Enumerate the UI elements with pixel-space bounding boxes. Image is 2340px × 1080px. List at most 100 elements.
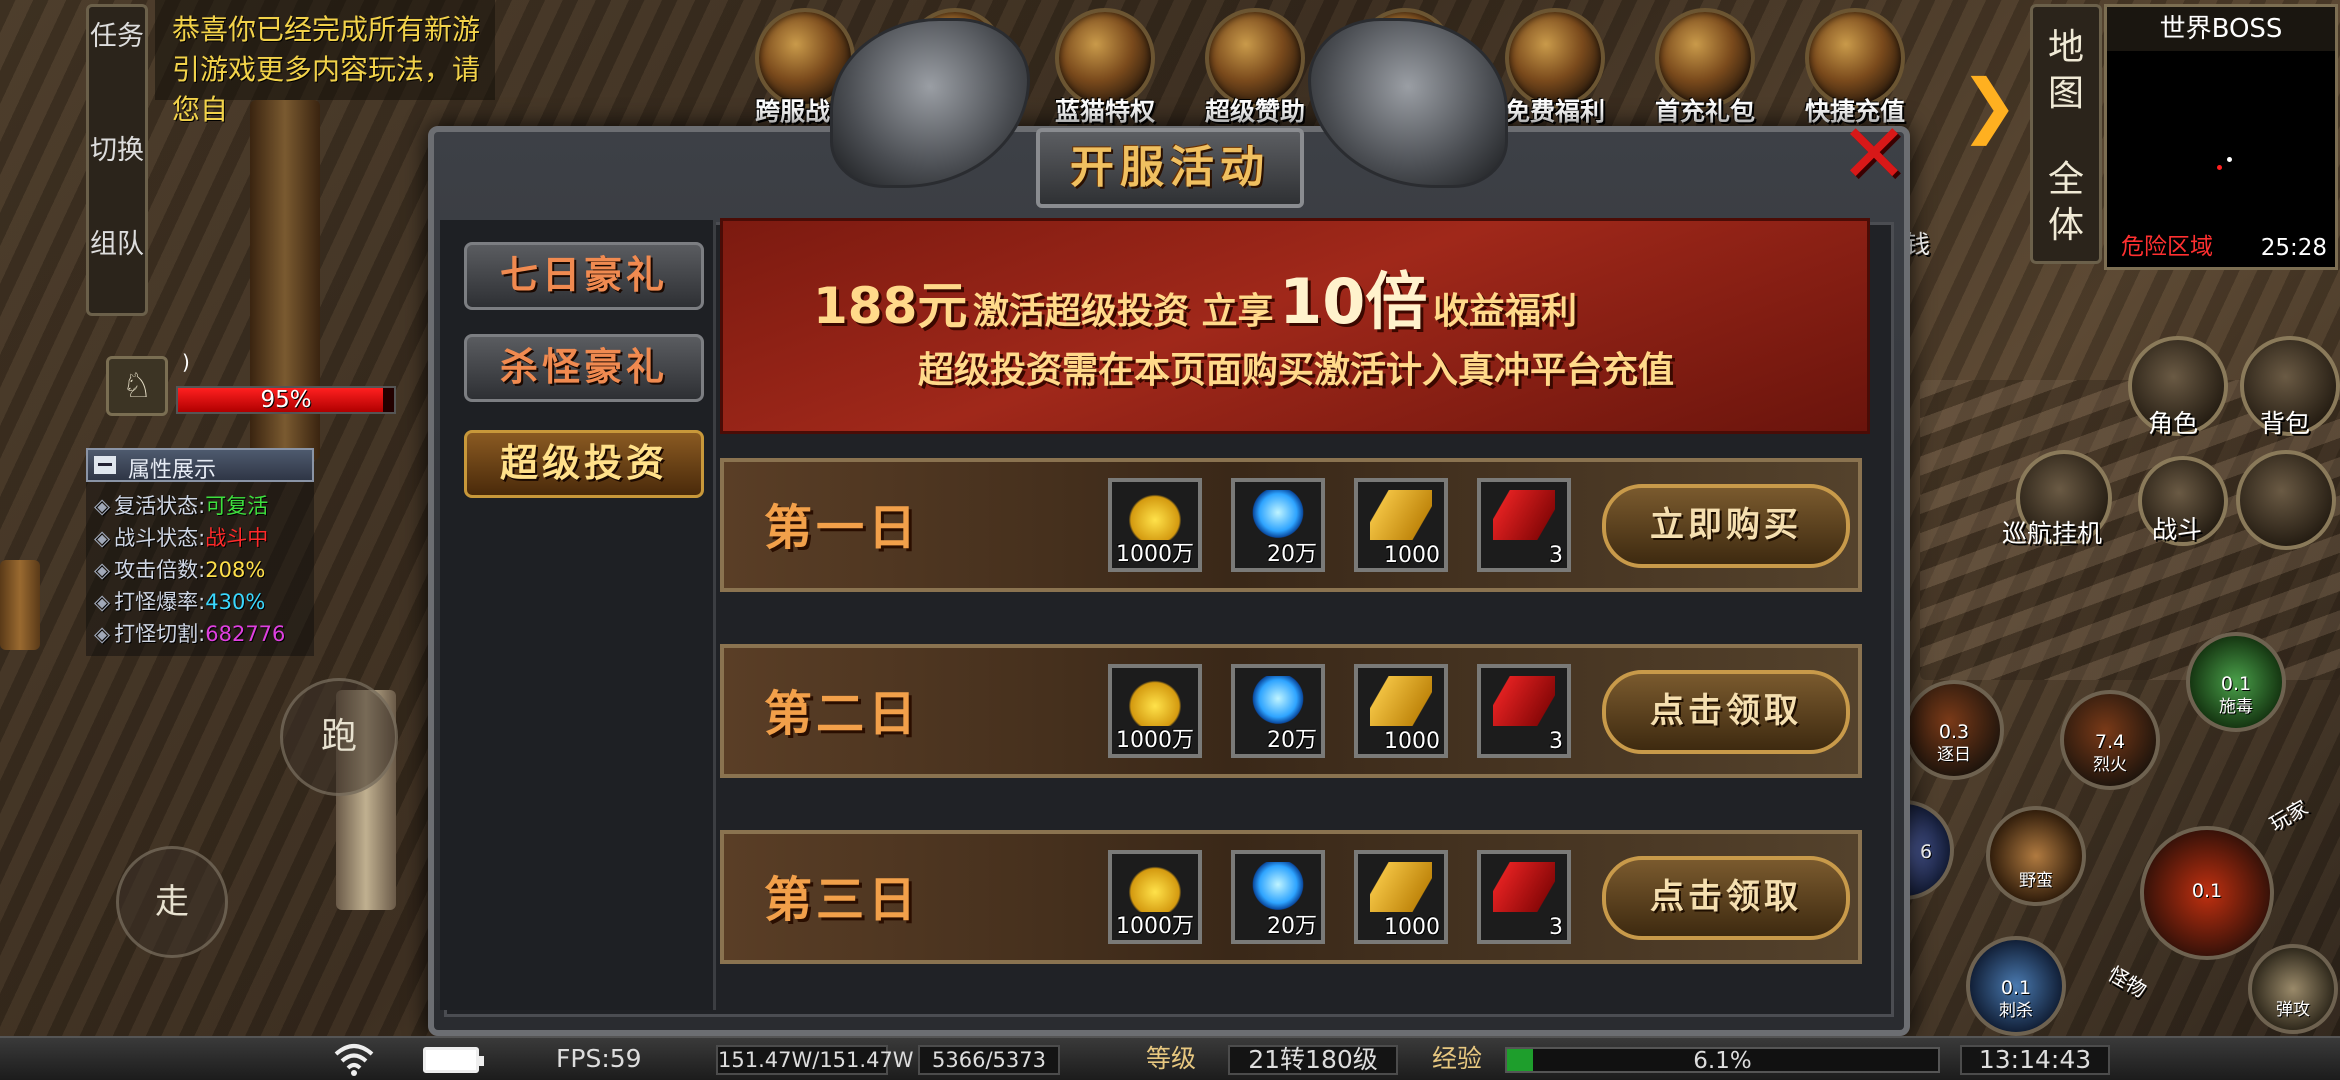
- dialog-title: 开服活动: [1036, 128, 1304, 208]
- player-status: ♘ ) 95%: [106, 350, 396, 416]
- reward-slot[interactable]: 20万: [1231, 850, 1325, 944]
- reward-slot[interactable]: 1000: [1354, 850, 1448, 944]
- day-row-1: 第一日 1000万 20万 1000 3 立即购买: [720, 458, 1862, 592]
- wifi-icon: [334, 1044, 374, 1076]
- diamond-bullet-icon: ◈: [94, 558, 111, 582]
- target-monster-label[interactable]: 怪物: [2103, 958, 2152, 1003]
- top-icon-5[interactable]: 免费福利: [1490, 8, 1620, 128]
- diamond-bullet-icon: ◈: [94, 494, 111, 518]
- clock: 13:14:43: [1960, 1045, 2110, 1075]
- firework-icon: [1493, 490, 1555, 540]
- top-icon-2[interactable]: 蓝猫特权: [1040, 8, 1170, 128]
- player-avatar-icon[interactable]: ♘: [106, 356, 168, 416]
- skill-cisha[interactable]: 0.1 刺杀: [1966, 936, 2066, 1036]
- tab-task[interactable]: 任务: [89, 21, 145, 53]
- quest-text[interactable]: 恭喜你已经完成所有新游引游戏更多内容玩法，请您自: [172, 10, 502, 130]
- reward-slot[interactable]: 1000万: [1108, 664, 1202, 758]
- firework-icon: [1493, 862, 1555, 912]
- gold-ticket-icon: [1370, 490, 1432, 540]
- close-icon[interactable]: ✕: [1836, 114, 1912, 196]
- auto-patrol-label: 巡航挂机: [2002, 519, 2103, 548]
- activity-menu: 七日豪礼 杀怪豪礼 超级投资: [440, 220, 716, 1010]
- reward-slot[interactable]: 3: [1477, 478, 1571, 572]
- expand-arrow-icon[interactable]: ❯: [1960, 70, 2019, 140]
- map-tab-column: 地图 全体: [2030, 4, 2102, 264]
- walk-button[interactable]: 走: [116, 846, 228, 958]
- reward-slot[interactable]: 1000万: [1108, 478, 1202, 572]
- menu-seven-day-gift[interactable]: 七日豪礼: [464, 242, 704, 310]
- day-label: 第二日: [764, 686, 921, 742]
- settings-icon[interactable]: [2236, 450, 2336, 550]
- day-row-3: 第三日 1000万 20万 1000 3 点击领取: [720, 830, 1862, 964]
- reward-slot[interactable]: 20万: [1231, 478, 1325, 572]
- reward-slot[interactable]: 3: [1477, 664, 1571, 758]
- fps-readout: FPS:59: [556, 1044, 642, 1073]
- diamond-icon: [1247, 676, 1309, 726]
- gold-ingot-icon: [1124, 862, 1186, 912]
- skill-liehuo[interactable]: 7.4 烈火: [2060, 690, 2160, 790]
- minimap-enemy-dot: [2217, 165, 2222, 170]
- attribute-row: ◈ 打怪爆率:430%: [94, 590, 266, 614]
- attribute-row: ◈ 战斗状态:战斗中: [94, 526, 269, 550]
- attribute-row: ◈ 攻击倍数:208%: [94, 558, 266, 582]
- minimap-title: 世界BOSS: [2107, 7, 2335, 51]
- day-label: 第三日: [764, 872, 921, 928]
- reward-slot[interactable]: 1000: [1354, 664, 1448, 758]
- tab-team[interactable]: 组队: [89, 229, 145, 261]
- skill-yeman[interactable]: 野蛮: [1986, 806, 2086, 906]
- claim-button[interactable]: 点击领取: [1602, 670, 1850, 754]
- tab-switch[interactable]: 切换: [89, 135, 145, 167]
- run-button[interactable]: 跑: [280, 678, 398, 796]
- banner-text-2: 收益福利: [1432, 291, 1577, 332]
- mp-readout: 151.47W/151.47W: [716, 1045, 914, 1075]
- claim-button[interactable]: 点击领取: [1602, 856, 1850, 940]
- top-icon-3[interactable]: 超级赞助: [1190, 8, 1320, 128]
- day-label: 第一日: [764, 500, 921, 556]
- tab-all[interactable]: 全体: [2041, 157, 2091, 249]
- minimap[interactable]: 世界BOSS 危险区域 25:28: [2104, 4, 2338, 270]
- level-readout: 21转180级: [1228, 1045, 1398, 1075]
- reward-slot[interactable]: 3: [1477, 850, 1571, 944]
- collapse-icon[interactable]: [94, 456, 116, 474]
- gold-ingot-icon: [1124, 676, 1186, 726]
- bag-weight-readout: 5366/5373: [918, 1045, 1060, 1075]
- hp-text: 95%: [260, 387, 312, 413]
- target-player-label[interactable]: 玩家: [2263, 792, 2312, 837]
- skill-zhuri[interactable]: 0.3 逐日: [1904, 680, 2004, 780]
- status-bar: FPS:59 151.47W/151.47W 5366/5373 等级 21转1…: [0, 1036, 2340, 1080]
- banner-line-2: 超级投资需在本页面购买激活计入真冲平台充值: [918, 350, 1675, 391]
- banner-line-1: 188元 激活超级投资 立享 10倍 收益福利: [813, 251, 1577, 341]
- firework-icon: [1493, 676, 1555, 726]
- left-tab-column: 任务 切换 组队: [86, 4, 148, 316]
- skill-main-attack[interactable]: 0.1: [2140, 826, 2274, 960]
- exp-percent: 6.1%: [1693, 1048, 1752, 1074]
- menu-super-investment[interactable]: 超级投资: [464, 430, 704, 498]
- barrel: [0, 560, 40, 650]
- zone-label: 危险区域: [2121, 234, 2213, 260]
- gold-ticket-icon: [1370, 676, 1432, 726]
- attribute-header[interactable]: 属性展示: [86, 448, 314, 483]
- battery-icon: [423, 1047, 484, 1073]
- reward-slot[interactable]: 1000: [1354, 478, 1448, 572]
- exp-label: 经验: [1432, 1044, 1483, 1073]
- attribute-row: ◈ 复活状态:可复活: [94, 494, 269, 518]
- investment-banner: 188元 激活超级投资 立享 10倍 收益福利 超级投资需在本页面购买激活计入真…: [720, 218, 1870, 434]
- player-name: ): [182, 350, 190, 374]
- reward-slot[interactable]: 20万: [1231, 664, 1325, 758]
- top-icon-6[interactable]: 首充礼包: [1640, 8, 1770, 128]
- tab-map[interactable]: 地图: [2041, 25, 2091, 117]
- character-label: 角色: [2148, 409, 2199, 438]
- diamond-icon: [1247, 490, 1309, 540]
- battle-label: 战斗: [2152, 515, 2203, 544]
- skill-dangong[interactable]: 弹攻: [2248, 944, 2338, 1034]
- reward-slot[interactable]: 1000万: [1108, 850, 1202, 944]
- attribute-row: ◈ 打怪切割:682776: [94, 622, 286, 646]
- skill-poison[interactable]: 0.1 施毒: [2186, 632, 2286, 732]
- buy-now-button[interactable]: 立即购买: [1602, 484, 1850, 568]
- attribute-title: 属性展示: [128, 458, 217, 483]
- menu-monster-kill-gift[interactable]: 杀怪豪礼: [464, 334, 704, 402]
- diamond-bullet-icon: ◈: [94, 526, 111, 550]
- gold-ticket-icon: [1370, 862, 1432, 912]
- hp-bar: 95%: [176, 386, 396, 414]
- banner-multiplier: 10倍: [1279, 265, 1428, 338]
